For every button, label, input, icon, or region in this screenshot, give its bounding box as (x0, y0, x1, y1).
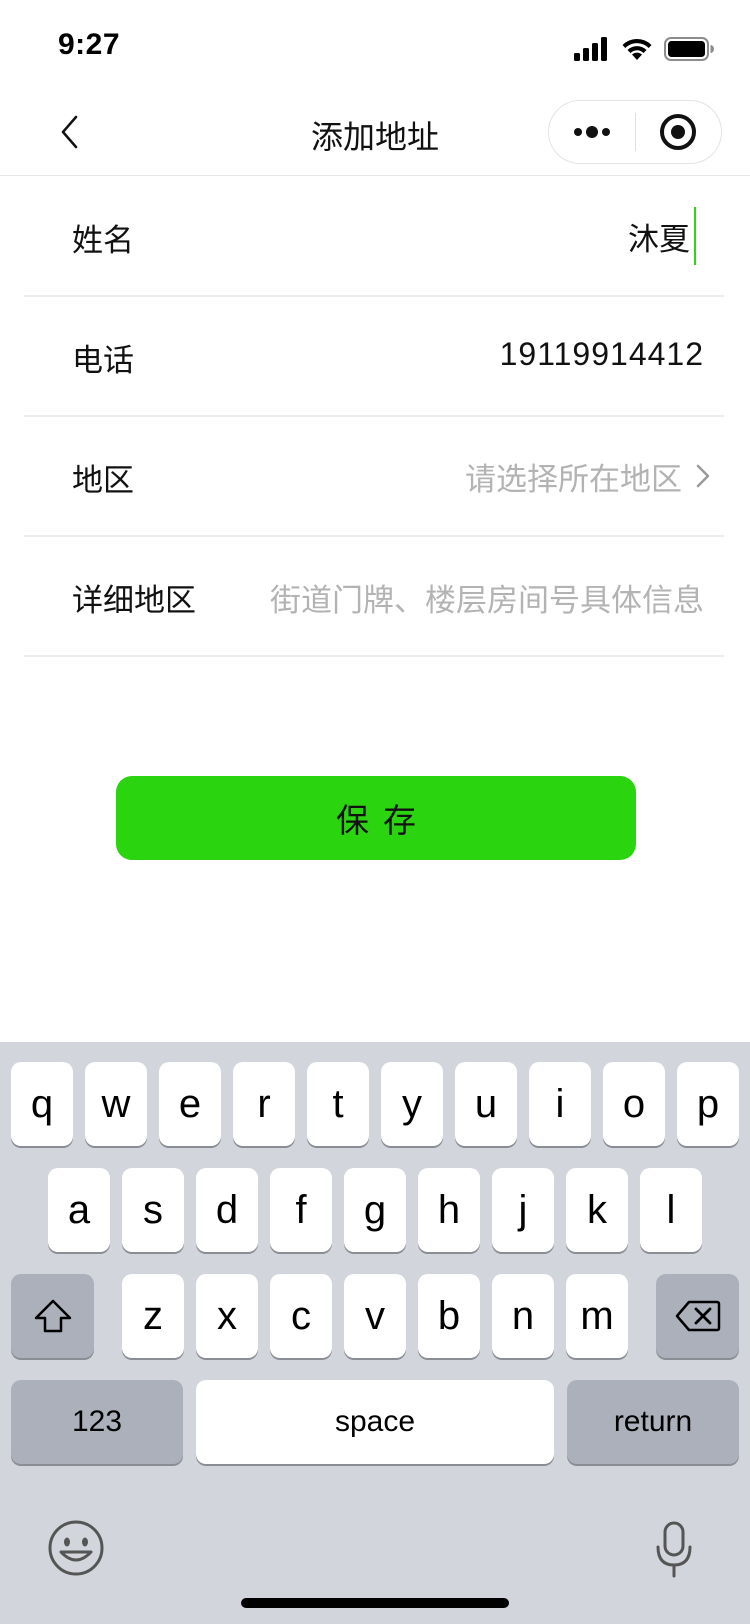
key-g[interactable]: g (344, 1168, 406, 1252)
more-button[interactable] (549, 101, 635, 163)
region-placeholder: 请选择所在地区 (465, 461, 682, 498)
detail-row: 详细地区 街道门牌、楼层房间号具体信息 (24, 537, 724, 657)
name-input[interactable]: 沐夏 (628, 207, 696, 265)
key-u[interactable]: u (455, 1062, 517, 1146)
key-s[interactable]: s (122, 1168, 184, 1252)
microphone-button[interactable] (654, 1520, 694, 1580)
key-w[interactable]: w (85, 1062, 147, 1146)
key-o[interactable]: o (603, 1062, 665, 1146)
name-value: 沐夏 (628, 221, 690, 258)
key-d[interactable]: d (196, 1168, 258, 1252)
key-t[interactable]: t (307, 1062, 369, 1146)
key-a[interactable]: a (48, 1168, 110, 1252)
key-n[interactable]: n (492, 1274, 554, 1358)
emoji-icon (48, 1520, 104, 1576)
numbers-key[interactable]: 123 (11, 1380, 183, 1464)
chevron-right-icon (696, 464, 710, 488)
address-form: 姓名 沐夏 电话 19119914412 地区 请选择所在地区 详细地区 街道门… (24, 177, 724, 657)
nav-bar: 添加地址 (0, 88, 750, 176)
record-target-icon (660, 114, 697, 150)
signal-icon (574, 37, 607, 61)
region-label: 地区 (72, 463, 134, 499)
key-h[interactable]: h (418, 1168, 480, 1252)
key-c[interactable]: c (270, 1274, 332, 1358)
text-cursor (694, 207, 696, 265)
more-dots-icon (573, 126, 610, 138)
space-key[interactable]: space (196, 1380, 554, 1464)
close-mini-program-button[interactable] (636, 101, 722, 163)
microphone-icon (656, 1521, 692, 1578)
key-m[interactable]: m (566, 1274, 628, 1358)
battery-icon (664, 37, 714, 61)
key-j[interactable]: j (492, 1168, 554, 1252)
return-key[interactable]: return (567, 1380, 739, 1464)
shift-key[interactable] (11, 1274, 94, 1358)
phone-input[interactable]: 19119914412 (500, 336, 704, 373)
key-i[interactable]: i (529, 1062, 591, 1146)
mini-program-capsule (548, 100, 722, 164)
backspace-key[interactable] (656, 1274, 739, 1358)
name-label: 姓名 (72, 223, 134, 259)
key-l[interactable]: l (640, 1168, 702, 1252)
key-q[interactable]: q (11, 1062, 73, 1146)
save-button[interactable]: 保存 (116, 776, 636, 860)
detail-input[interactable]: 街道门牌、楼层房间号具体信息 (270, 575, 704, 620)
region-select[interactable]: 请选择所在地区 (465, 451, 710, 501)
key-r[interactable]: r (233, 1062, 295, 1146)
key-e[interactable]: e (159, 1062, 221, 1146)
emoji-button[interactable] (46, 1518, 106, 1578)
key-b[interactable]: b (418, 1274, 480, 1358)
home-indicator (241, 1598, 509, 1608)
wifi-icon (622, 38, 652, 60)
key-x[interactable]: x (196, 1274, 258, 1358)
key-y[interactable]: y (381, 1062, 443, 1146)
status-time: 9:27 (58, 28, 121, 61)
phone-label: 电话 (72, 343, 134, 379)
region-row: 地区 请选择所在地区 (24, 417, 724, 537)
detail-label: 详细地区 (72, 583, 196, 619)
phone-row: 电话 19119914412 (24, 297, 724, 417)
shift-icon (34, 1299, 71, 1333)
key-v[interactable]: v (344, 1274, 406, 1358)
key-p[interactable]: p (677, 1062, 739, 1146)
key-z[interactable]: z (122, 1274, 184, 1358)
key-f[interactable]: f (270, 1168, 332, 1252)
status-icons (574, 36, 714, 62)
backspace-icon (675, 1300, 720, 1332)
key-k[interactable]: k (566, 1168, 628, 1252)
name-row: 姓名 沐夏 (24, 177, 724, 297)
keyboard: q w e r t y u i o p a s d f g h j k l z … (0, 1042, 750, 1624)
status-bar: 9:27 (0, 0, 750, 88)
